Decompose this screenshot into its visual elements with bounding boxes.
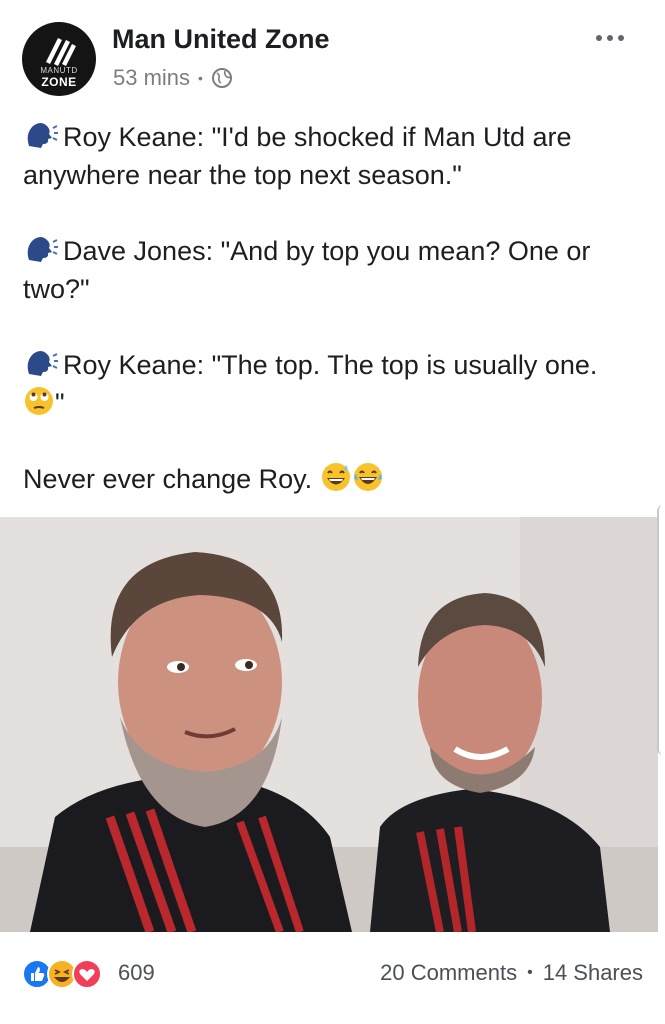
globe-icon [211,68,232,88]
grinning-sweat-emoji-icon [321,463,350,491]
stats-separator: • [527,964,533,981]
speaking-head-icon [27,351,58,376]
haha-icon [47,959,77,989]
page-avatar[interactable]: MANUTD ZONE [22,22,96,96]
comments-shares: 20 Comments • 14 Shares [380,960,643,986]
comments-link[interactable]: 20 Comments [380,960,517,986]
quote-dave: Dave Jones: "And by top you mean? One or… [23,236,591,304]
speaking-head-icon [27,237,58,262]
tears-of-joy-emoji-icon [353,463,382,491]
post-paragraph: Roy Keane: "The top. The top is usually … [23,346,648,422]
speaking-head-icon [27,123,58,148]
meta-separator: • [198,70,203,86]
more-dot [596,35,602,41]
page-name[interactable]: Man United Zone [112,24,330,55]
avatar-label-top: MANUTD [40,66,78,75]
post-body: Roy Keane: "I'd be shocked if Man Utd ar… [23,118,648,536]
reactions-bar: 609 20 Comments • 14 Shares [0,940,665,1010]
post-meta: 53 mins • [113,65,233,91]
more-dot [607,35,613,41]
more-dot [618,35,624,41]
post-photo[interactable] [0,517,658,932]
quote-roy-2: Roy Keane: "The top. The top is usually … [63,350,598,380]
scrollbar[interactable] [657,505,665,755]
post-header: MANUTD ZONE Man United Zone 53 mins • [0,0,665,110]
eye-roll-emoji-icon [25,387,53,415]
closing-line: Never ever change Roy. [23,464,313,494]
like-icon [22,959,52,989]
quote-close: " [55,388,65,418]
shares-link[interactable]: 14 Shares [543,960,643,986]
post-timestamp[interactable]: 53 mins [113,65,190,91]
post-paragraph: Dave Jones: "And by top you mean? One or… [23,232,648,308]
quote-roy-1: Roy Keane: "I'd be shocked if Man Utd ar… [23,122,572,190]
post-paragraph: Never ever change Roy. [23,460,648,498]
post-paragraph: Roy Keane: "I'd be shocked if Man Utd ar… [23,118,648,194]
reaction-icons[interactable] [22,958,122,990]
photo-image [0,517,658,932]
more-options-icon[interactable] [596,30,636,46]
love-icon [72,959,102,989]
avatar-label-bottom: ZONE [41,75,77,89]
reaction-count[interactable]: 609 [118,960,155,986]
